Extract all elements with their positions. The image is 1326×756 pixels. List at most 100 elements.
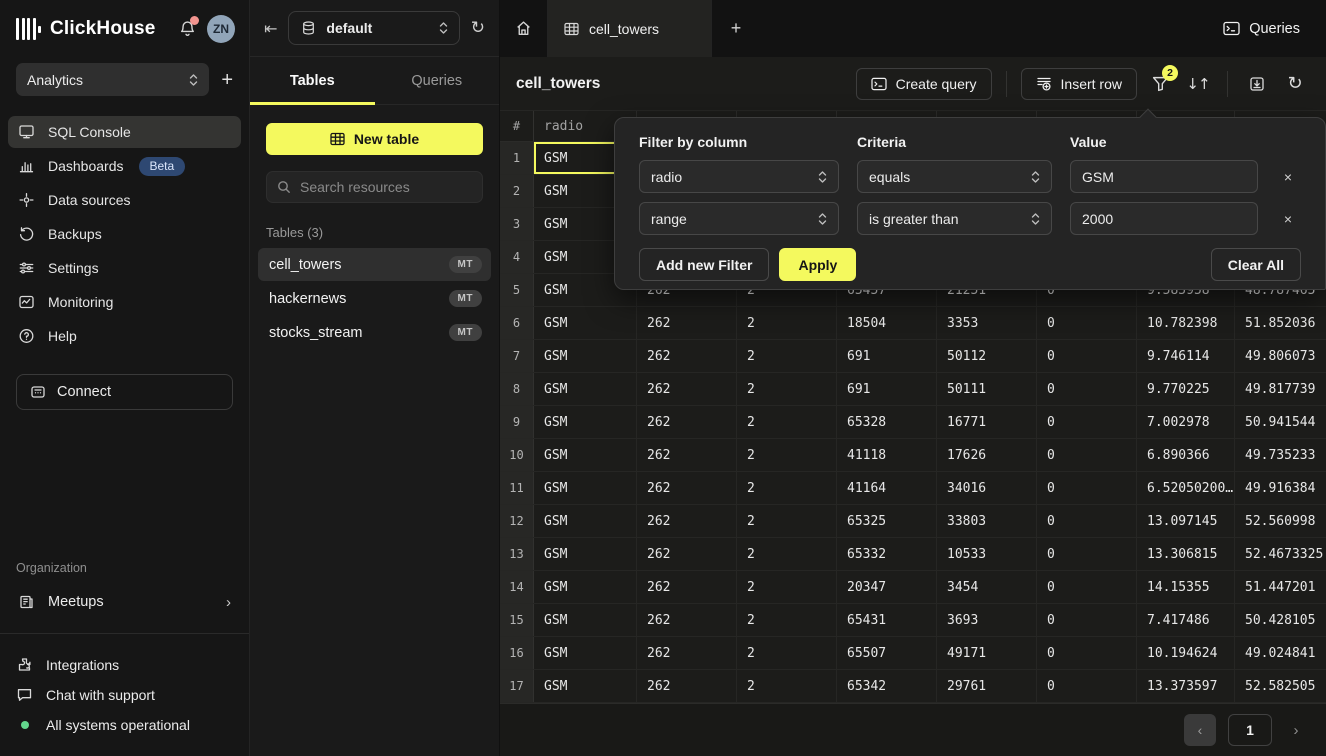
table-cell[interactable]: 65342	[837, 670, 937, 702]
table-cell[interactable]: 50112	[937, 340, 1037, 372]
table-cell[interactable]: 41118	[837, 439, 937, 471]
refresh-database-icon[interactable]: ↻	[471, 18, 485, 38]
sort-button[interactable]: ↓↑	[1183, 68, 1213, 100]
table-cell[interactable]: 34016	[937, 472, 1037, 504]
table-cell[interactable]: 18504	[837, 307, 937, 339]
filter-value-input[interactable]	[1070, 160, 1258, 193]
table-row[interactable]: 8GSM26226915011109.77022549.817739	[500, 373, 1326, 406]
table-cell[interactable]: 49.806073	[1235, 340, 1326, 372]
sidebar-item-all-systems-operational[interactable]: All systems operational	[16, 710, 233, 740]
table-cell[interactable]: 52.560998	[1235, 505, 1326, 537]
table-cell[interactable]: 691	[837, 373, 937, 405]
table-cell[interactable]: 2	[737, 670, 837, 702]
table-cell[interactable]: 10.194624	[1137, 637, 1235, 669]
collapse-panel-icon[interactable]: ⇤	[264, 19, 277, 38]
table-cell[interactable]: 3693	[937, 604, 1037, 636]
new-tab-button[interactable]: +	[712, 0, 760, 57]
table-row[interactable]: 9GSM2622653281677107.00297850.941544	[500, 406, 1326, 439]
table-cell[interactable]: GSM	[534, 505, 637, 537]
table-cell[interactable]: GSM	[534, 571, 637, 603]
sidebar-item-settings[interactable]: Settings	[8, 252, 241, 284]
table-cell[interactable]: 262	[637, 538, 737, 570]
table-cell[interactable]: 49171	[937, 637, 1037, 669]
table-cell[interactable]: 262	[637, 439, 737, 471]
table-cell[interactable]: 51.447201	[1235, 571, 1326, 603]
table-cell[interactable]: 262	[637, 637, 737, 669]
table-cell[interactable]: GSM	[534, 307, 637, 339]
add-service-button[interactable]: +	[221, 70, 233, 90]
table-cell[interactable]: 0	[1037, 670, 1137, 702]
queries-button[interactable]: Queries	[1197, 0, 1326, 57]
table-cell[interactable]: 2	[737, 373, 837, 405]
table-cell[interactable]: 65332	[837, 538, 937, 570]
table-row[interactable]: 10GSM2622411181762606.89036649.735233	[500, 439, 1326, 472]
table-row[interactable]: 15GSM262265431369307.41748650.428105	[500, 604, 1326, 637]
search-input[interactable]	[300, 179, 481, 195]
table-cell[interactable]: 16771	[937, 406, 1037, 438]
table-cell[interactable]: 33803	[937, 505, 1037, 537]
table-cell[interactable]: 50111	[937, 373, 1037, 405]
clear-all-filters-button[interactable]: Clear All	[1211, 248, 1301, 281]
table-cell[interactable]: 65431	[837, 604, 937, 636]
avatar[interactable]: ZN	[207, 15, 235, 43]
table-cell[interactable]: 2	[737, 505, 837, 537]
sidebar-item-help[interactable]: Help	[8, 320, 241, 352]
table-cell[interactable]: 2	[737, 637, 837, 669]
table-row[interactable]: 6GSM2622185043353010.78239851.852036	[500, 307, 1326, 340]
table-row[interactable]: 14GSM2622203473454014.1535551.447201	[500, 571, 1326, 604]
table-cell[interactable]: 13.373597	[1137, 670, 1235, 702]
table-row[interactable]: 16GSM26226550749171010.19462449.024841	[500, 637, 1326, 670]
table-cell[interactable]: 49.916384	[1235, 472, 1326, 504]
table-cell[interactable]: 2	[737, 472, 837, 504]
download-button[interactable]	[1242, 68, 1272, 100]
table-cell[interactable]: 9.746114	[1137, 340, 1235, 372]
workspace-selector[interactable]: Analytics	[16, 63, 209, 96]
table-cell[interactable]: 52.4673325	[1235, 538, 1326, 570]
table-cell[interactable]: 14.15355	[1137, 571, 1235, 603]
table-cell[interactable]: 65325	[837, 505, 937, 537]
refresh-table-button[interactable]: ↻	[1280, 68, 1310, 100]
table-cell[interactable]: 65507	[837, 637, 937, 669]
table-cell[interactable]: 2	[737, 340, 837, 372]
table-cell[interactable]: 262	[637, 604, 737, 636]
table-cell[interactable]: 262	[637, 340, 737, 372]
connect-button[interactable]: Connect	[16, 374, 233, 410]
sidebar-item-monitoring[interactable]: Monitoring	[8, 286, 241, 318]
table-cell[interactable]: 49.817739	[1235, 373, 1326, 405]
table-cell[interactable]: 51.852036	[1235, 307, 1326, 339]
table-cell[interactable]: 2	[737, 571, 837, 603]
table-cell[interactable]: 6.52050200…	[1137, 472, 1235, 504]
table-cell[interactable]: 691	[837, 340, 937, 372]
table-row[interactable]: 17GSM26226534229761013.37359752.582505	[500, 670, 1326, 703]
filter-value-input[interactable]	[1070, 202, 1258, 235]
table-cell[interactable]: 3454	[937, 571, 1037, 603]
table-cell[interactable]: 52.582505	[1235, 670, 1326, 702]
table-cell[interactable]: 0	[1037, 472, 1137, 504]
table-cell[interactable]: GSM	[534, 472, 637, 504]
database-selector[interactable]: default	[288, 11, 459, 45]
table-cell[interactable]: GSM	[534, 604, 637, 636]
tab-tables[interactable]: Tables	[250, 57, 375, 104]
filter-column-select[interactable]: range	[639, 202, 839, 235]
current-page[interactable]: 1	[1228, 714, 1272, 746]
table-cell[interactable]: 0	[1037, 340, 1137, 372]
table-cell[interactable]: 262	[637, 571, 737, 603]
table-cell[interactable]: 2	[737, 307, 837, 339]
table-cell[interactable]: 262	[637, 406, 737, 438]
table-cell[interactable]: 13.097145	[1137, 505, 1235, 537]
table-cell[interactable]: 0	[1037, 505, 1137, 537]
filter-button[interactable]: 2	[1145, 68, 1175, 100]
table-cell[interactable]: 9.770225	[1137, 373, 1235, 405]
table-cell[interactable]: GSM	[534, 439, 637, 471]
tab-cell-towers[interactable]: cell_towers	[548, 0, 712, 57]
table-cell[interactable]: 2	[737, 604, 837, 636]
table-cell[interactable]: 2	[737, 538, 837, 570]
table-cell[interactable]: 262	[637, 373, 737, 405]
table-cell[interactable]: 50.941544	[1235, 406, 1326, 438]
table-cell[interactable]: 20347	[837, 571, 937, 603]
table-list-item-stocks_stream[interactable]: stocks_streamMT	[258, 316, 491, 349]
sidebar-item-sql-console[interactable]: SQL Console	[8, 116, 241, 148]
table-cell[interactable]: GSM	[534, 340, 637, 372]
table-cell[interactable]: 49.735233	[1235, 439, 1326, 471]
prev-page-button[interactable]: ‹	[1184, 714, 1216, 746]
